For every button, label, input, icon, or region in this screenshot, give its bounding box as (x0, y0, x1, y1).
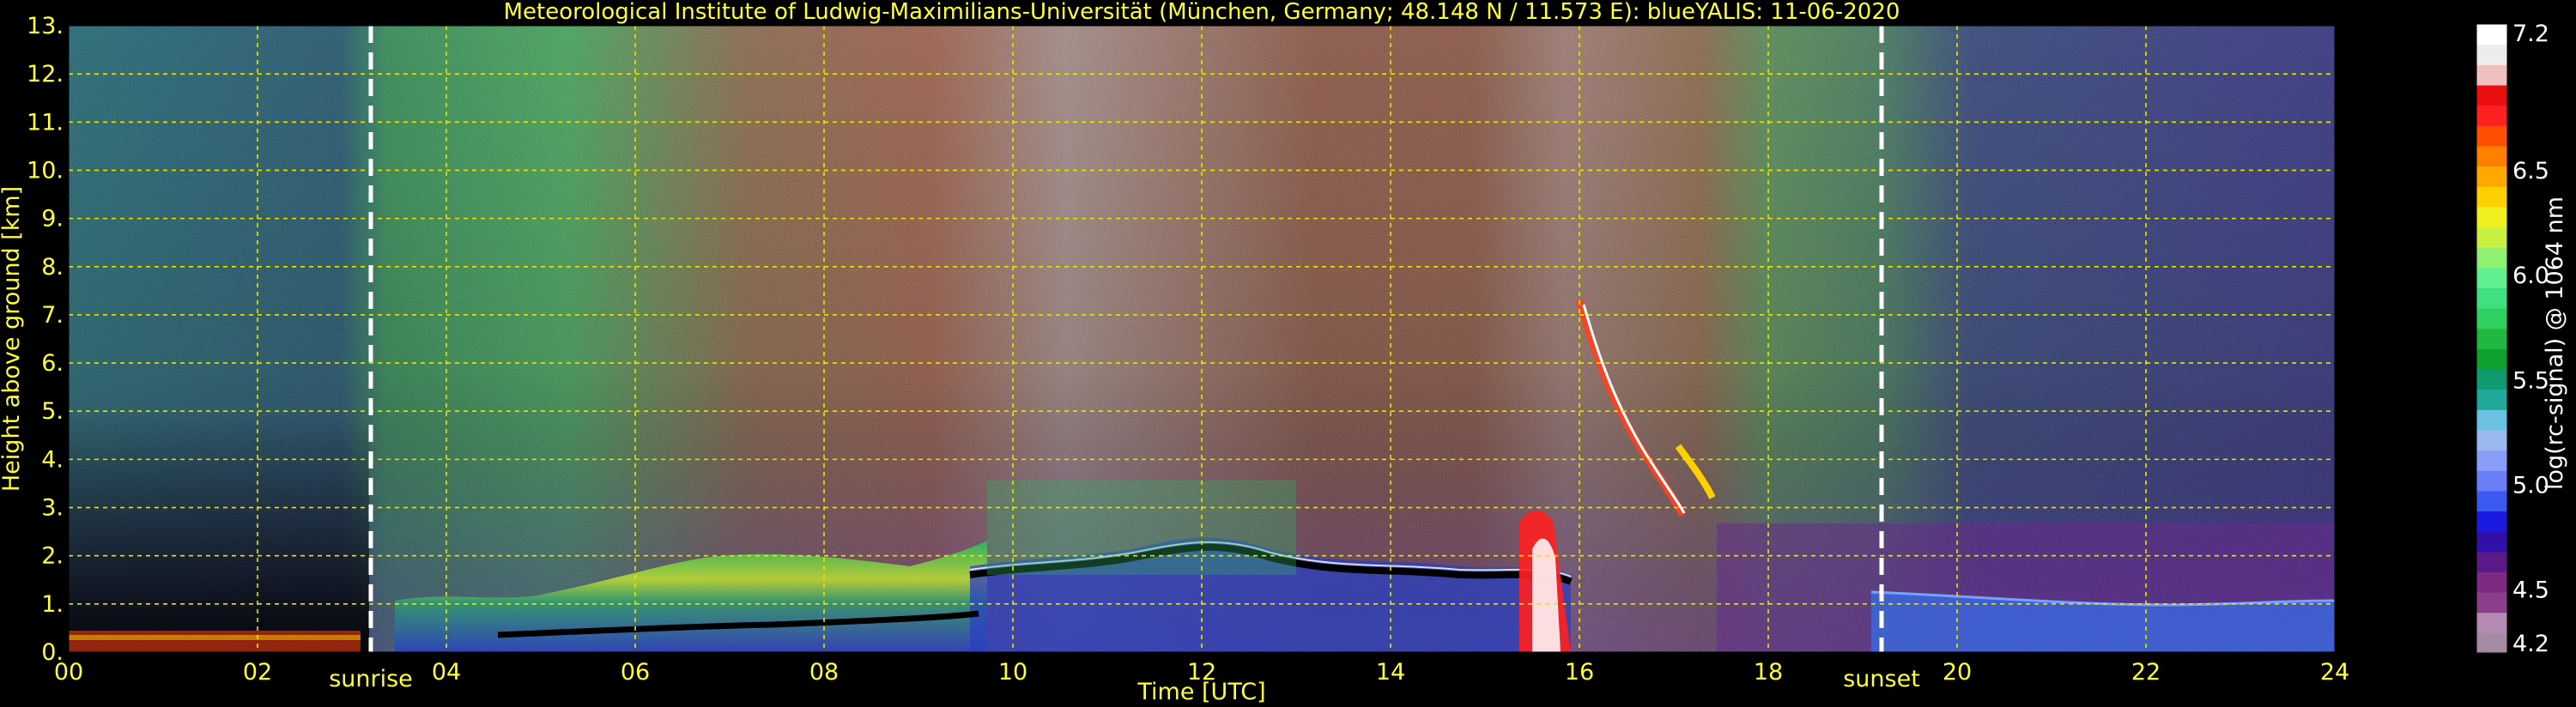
colorbar-segment (2476, 64, 2507, 86)
colorbar-segment (2476, 24, 2507, 45)
x-axis-label: Time [UTC] (1136, 679, 1265, 705)
sunset-label: sunset (1843, 666, 1920, 692)
colorbar-segment (2476, 490, 2507, 512)
colorbar-segment (2476, 592, 2507, 613)
x-tick-label: 18 (1754, 659, 1783, 686)
colorbar-segment (2476, 186, 2507, 208)
colorbar-segment (2476, 551, 2507, 573)
y-tick-label: 4. (41, 446, 64, 473)
colorbar-label: log(rc-signal) @ 1064 nm (2542, 196, 2568, 490)
x-tick-label: 02 (243, 659, 272, 686)
colorbar-segment (2476, 125, 2507, 147)
y-tick-label: 7. (41, 302, 64, 329)
x-tick-label: 04 (432, 659, 461, 686)
colorbar-segment (2476, 368, 2507, 390)
colorbar-segment (2476, 409, 2507, 431)
colorbar-segment (2476, 166, 2507, 187)
x-tick-label: 20 (1943, 659, 1972, 686)
colorbar-segment (2476, 571, 2507, 593)
colorbar-segment (2476, 105, 2507, 126)
x-tick-label: 24 (2320, 659, 2349, 686)
y-tick-label: 9. (41, 206, 64, 233)
x-tick-label: 06 (621, 659, 650, 686)
y-tick-label: 11. (27, 109, 64, 136)
colorbar-segment (2476, 206, 2507, 228)
y-tick-label: 0. (41, 639, 64, 666)
x-tick-label: 14 (1376, 659, 1405, 686)
colorbar-segment (2476, 287, 2507, 309)
colorbar-segment (2476, 84, 2507, 106)
colorbar-segment (2476, 429, 2507, 451)
y-tick-label: 10. (27, 157, 64, 184)
colorbar-segment (2476, 531, 2507, 553)
colorbar-segment (2476, 632, 2507, 654)
colorbar-segment (2476, 389, 2507, 410)
colorbar-segment (2476, 612, 2507, 633)
y-tick-label: 12. (27, 61, 64, 88)
plot-area (68, 25, 2336, 653)
y-tick-labels: 0. 1. 2. 3. 4. 5. 6. 7. 8. 9. 10. 11. 12. 13. (27, 13, 64, 666)
y-axis-label: Height above ground [km] (0, 186, 25, 492)
colorbar-segment (2476, 470, 2507, 492)
colorbar-segment (2476, 227, 2507, 248)
y-tick-label: 8. (41, 254, 64, 281)
colorbar (2476, 23, 2508, 654)
colorbar-segment (2476, 267, 2507, 288)
y-tick-label: 1. (41, 591, 64, 618)
y-tick-label: 3. (41, 495, 64, 522)
y-tick-label: 13. (27, 13, 64, 39)
colorbar-tick-label: 6.5 (2512, 158, 2549, 184)
x-tick-label: 10 (998, 659, 1027, 686)
colorbar-segment (2476, 308, 2507, 329)
colorbar-segment (2476, 511, 2507, 532)
colorbar-segment (2476, 328, 2507, 349)
colorbar-segment (2476, 145, 2507, 167)
sunrise-label: sunrise (329, 666, 413, 692)
colorbar-tick-label: 4.2 (2512, 631, 2549, 657)
y-tick-label: 2. (41, 543, 64, 570)
colorbar-segment (2476, 450, 2507, 471)
sun-marker-labels: sunrise sunset (329, 666, 1920, 692)
y-tick-label: 5. (41, 398, 64, 425)
colorbar-segment (2476, 348, 2507, 370)
x-tick-label: 16 (1565, 659, 1594, 686)
colorbar-tick-label: 7.2 (2512, 21, 2549, 47)
colorbar-tick-label: 4.5 (2512, 577, 2549, 604)
colorbar-segment (2476, 247, 2507, 269)
chart-title: Meteorological Institute of Ludwig-Maxim… (504, 0, 1900, 25)
y-tick-label: 6. (41, 350, 64, 377)
x-tick-label: 08 (809, 659, 839, 686)
lidar-figure: Meteorological Institute of Ludwig-Maxim… (0, 0, 2568, 705)
x-tick-label: 22 (2131, 659, 2161, 686)
colorbar-segment (2476, 44, 2507, 65)
